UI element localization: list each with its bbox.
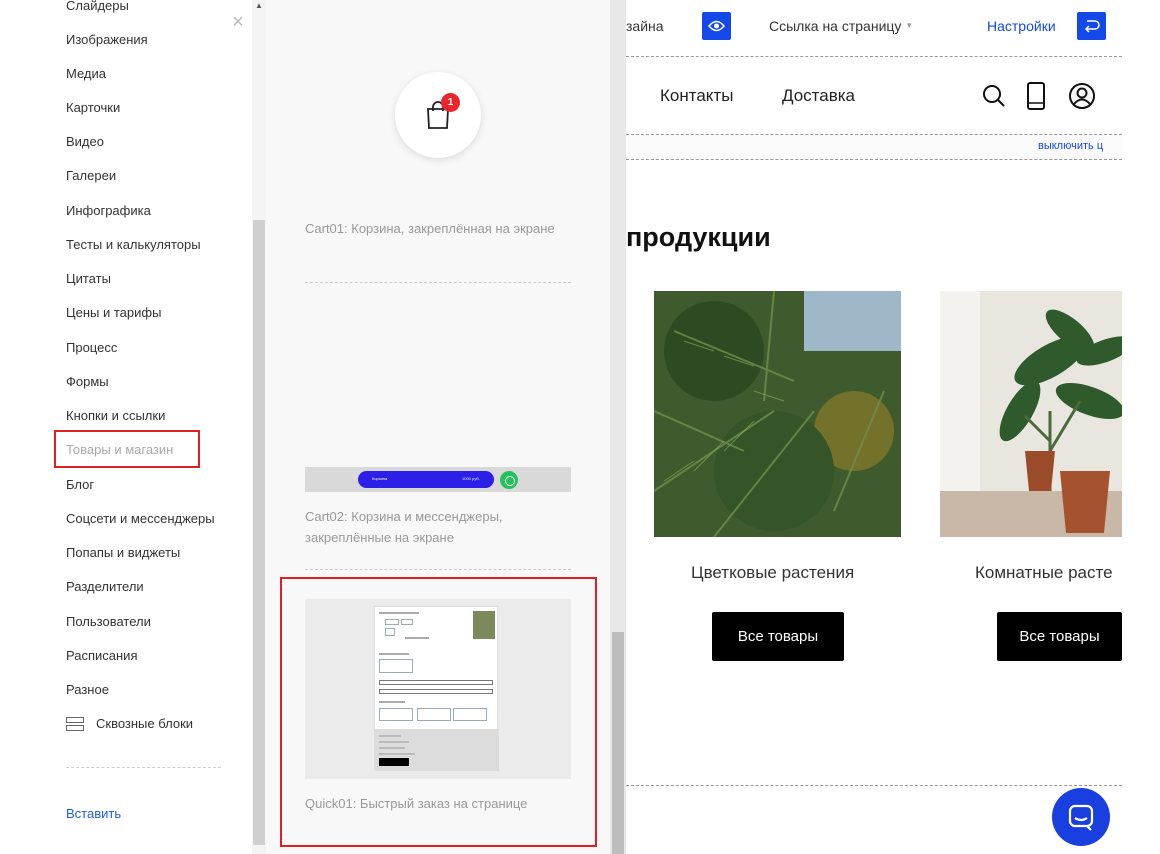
menu-item-social[interactable]: Соцсети и мессенджеры — [66, 511, 215, 527]
topbar-divider — [626, 56, 1122, 57]
block-divider — [305, 569, 571, 570]
menu-item-misc[interactable]: Разное — [66, 682, 109, 698]
menu-item-media[interactable]: Медиа — [66, 66, 106, 82]
menu-item-galleries[interactable]: Галереи — [66, 168, 116, 184]
menu-item-tests[interactable]: Тесты и калькуляторы — [66, 237, 201, 253]
nav-link-contacts[interactable]: Контакты — [660, 86, 733, 106]
whatsapp-icon — [500, 471, 518, 489]
selected-block-highlight — [280, 577, 597, 847]
menu-item-buttons[interactable]: Кнопки и ссылки — [66, 408, 165, 424]
block-divider — [305, 282, 571, 283]
product-title-flowering: Цветковые растения — [691, 563, 855, 582]
active-item-highlight — [54, 430, 200, 468]
menu-item-popups[interactable]: Попапы и виджеты — [66, 545, 180, 561]
scroll-up-arrow-icon[interactable]: ▲ — [253, 0, 265, 12]
preview-button[interactable] — [702, 12, 731, 40]
chat-button[interactable] — [1052, 788, 1110, 846]
category-sidebar: × Слайдеры Изображения Медиа Карточки Ви… — [0, 0, 252, 854]
cart02-bar-label: Корзина — [372, 476, 388, 481]
close-icon[interactable]: × — [228, 12, 248, 32]
product-image-indoor[interactable] — [940, 291, 1122, 537]
insert-link[interactable]: Вставить — [66, 806, 121, 821]
menu-item-prices[interactable]: Цены и тарифы — [66, 305, 161, 321]
menu-item-process[interactable]: Процесс — [66, 340, 117, 356]
design-mode-label: зайна — [626, 18, 664, 34]
section-divider — [626, 785, 1122, 786]
menu-item-dividers[interactable]: Разделители — [66, 579, 144, 595]
menu-item-forms[interactable]: Формы — [66, 374, 109, 390]
cart-count-badge: 1 — [441, 93, 460, 112]
menu-item-blog[interactable]: Блог — [66, 477, 94, 493]
all-products-button[interactable]: Все товары — [997, 612, 1122, 661]
chevron-down-icon[interactable]: ▾ — [907, 20, 912, 31]
menu-item-through-blocks[interactable]: Сквозные блоки — [96, 716, 193, 732]
page-link-dropdown[interactable]: Ссылка на страницу — [769, 18, 901, 34]
phone-icon[interactable] — [1026, 82, 1046, 110]
block-list-scrollbar-thumb[interactable] — [612, 632, 624, 854]
sidebar-divider — [66, 767, 221, 768]
chat-icon — [1068, 804, 1094, 831]
nav-link-delivery[interactable]: Доставка — [782, 86, 855, 106]
layers-icon — [66, 717, 84, 731]
search-icon[interactable] — [982, 84, 1006, 108]
menu-item-images[interactable]: Изображения — [66, 32, 148, 48]
undo-icon — [1084, 20, 1100, 33]
user-icon[interactable] — [1068, 82, 1096, 110]
product-image-flowering[interactable] — [654, 291, 901, 537]
block-caption-cart01[interactable]: Cart01: Корзина, закреплённая на экране — [305, 218, 565, 239]
all-products-button[interactable]: Все товары — [712, 612, 844, 661]
eye-icon — [708, 20, 725, 32]
disable-block-link[interactable]: выключить ц — [1038, 140, 1103, 152]
menu-item-users[interactable]: Пользователи — [66, 614, 151, 630]
menu-item-schedules[interactable]: Расписания — [66, 648, 137, 664]
undo-button[interactable] — [1077, 12, 1106, 40]
menu-item-video[interactable]: Видео — [66, 134, 104, 150]
site-preview-edge — [1122, 0, 1160, 854]
menu-item-sliders[interactable]: Слайдеры — [66, 0, 129, 14]
cart02-bar-price: 1000 руб. — [462, 476, 480, 481]
settings-link[interactable]: Настройки — [987, 18, 1056, 34]
menu-item-quotes[interactable]: Цитаты — [66, 271, 111, 287]
section-heading: продукции — [626, 222, 771, 252]
sidebar-scrollbar-thumb[interactable] — [253, 220, 265, 845]
product-title-indoor: Комнатные расте — [975, 563, 1113, 582]
menu-item-infographics[interactable]: Инфографика — [66, 203, 151, 219]
menu-item-cards[interactable]: Карточки — [66, 100, 120, 116]
block-caption-cart02[interactable]: Cart02: Корзина и мессенджеры, закреплён… — [305, 506, 565, 548]
cart01-preview[interactable] — [395, 72, 481, 158]
